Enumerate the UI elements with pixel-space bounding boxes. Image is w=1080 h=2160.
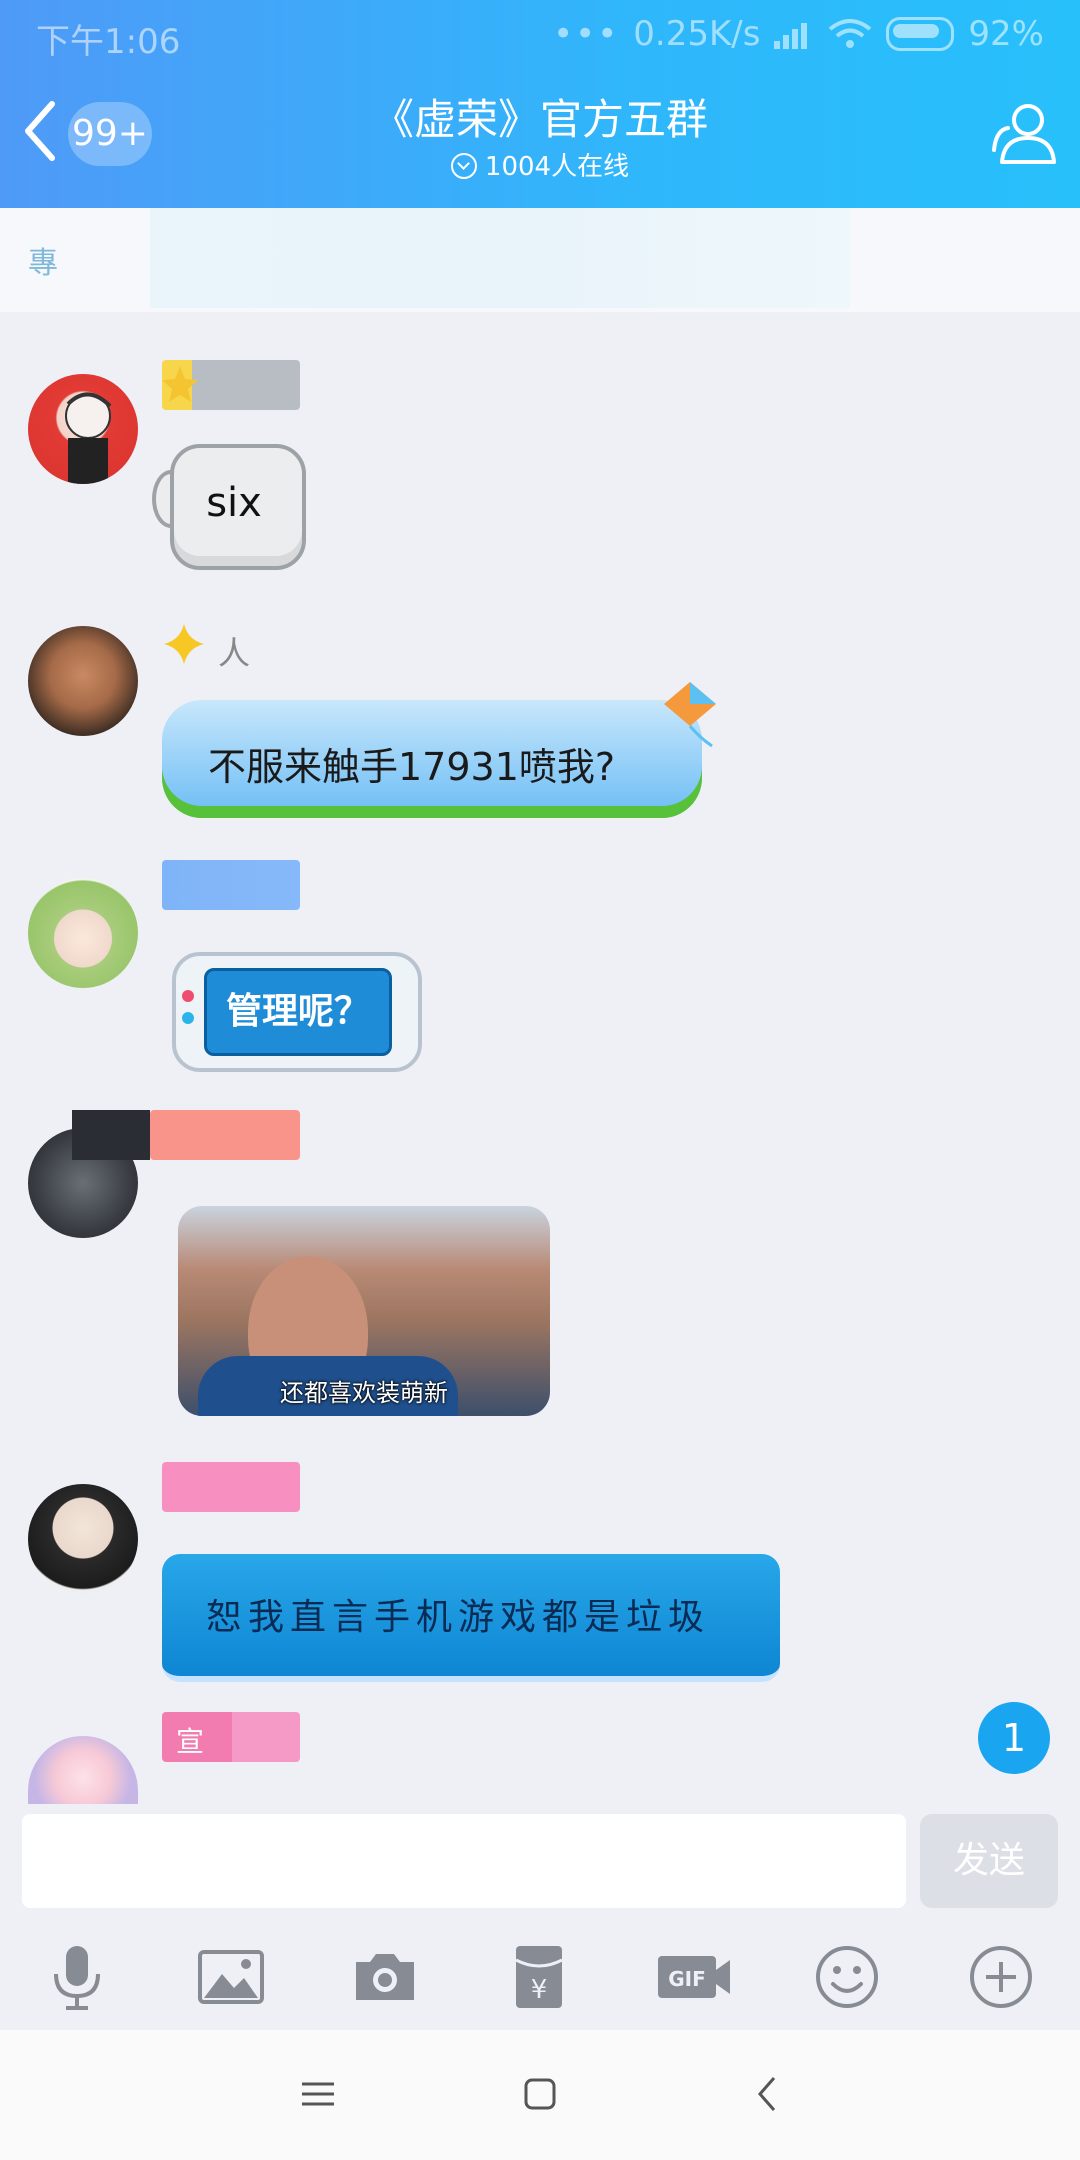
svg-text:GIF: GIF — [668, 1967, 706, 1991]
sender-name — [150, 1110, 300, 1160]
avatar[interactable] — [28, 374, 138, 484]
sender-name-text: 宣 — [176, 1725, 205, 1758]
plus-icon[interactable] — [964, 1940, 1038, 2014]
battery-icon — [886, 17, 955, 51]
group-notice-strip[interactable]: 專 — [0, 208, 1080, 312]
camera-icon[interactable] — [348, 1940, 422, 2014]
signal-icon — [774, 19, 814, 49]
message-text: 不服来触手17931喷我? — [208, 745, 616, 789]
online-count-text: 1004人在线 — [484, 152, 630, 182]
star-icon — [162, 366, 198, 402]
sticker-bubble[interactable]: six — [150, 440, 310, 570]
avatar-overlay — [72, 1110, 150, 1160]
group-title[interactable]: 《虚荣》官方五群 — [0, 86, 1080, 147]
svg-text:¥: ¥ — [531, 1975, 548, 2005]
avatar[interactable] — [28, 1736, 138, 1806]
red-packet-icon[interactable]: ¥ — [502, 1940, 576, 2014]
avatar[interactable] — [28, 1484, 138, 1594]
group-members-icon[interactable] — [988, 98, 1058, 168]
kite-icon — [664, 682, 716, 748]
emoji-icon[interactable] — [810, 1940, 884, 2014]
chat-header: 下午1:06 ••• 0.25K/s 92% 99+ 《虚荣》官方五群 1004… — [0, 0, 1080, 208]
back-nav-icon[interactable] — [752, 2074, 782, 2114]
sender-name — [162, 860, 300, 910]
notice-text: 專 — [28, 246, 58, 281]
online-count[interactable]: 1004人在线 — [0, 146, 1080, 183]
chat-toolbar: ¥ GIF — [0, 1924, 1080, 2030]
message-text: 恕我直言手机游戏都是垃圾 — [206, 1597, 711, 1638]
sender-name — [162, 1462, 300, 1512]
message-input[interactable] — [22, 1814, 906, 1908]
avatar[interactable] — [28, 626, 138, 736]
network-speed: 0.25K/s — [633, 14, 761, 54]
wifi-icon — [829, 19, 872, 48]
avatar[interactable] — [28, 878, 138, 988]
image-message[interactable]: 还都喜欢装萌新 — [178, 1206, 550, 1416]
button-dot — [182, 1012, 194, 1024]
message-bubble[interactable]: 恕我直言手机游戏都是垃圾 — [162, 1554, 780, 1682]
image-icon[interactable] — [194, 1940, 268, 2014]
battery-percent: 92% — [968, 14, 1044, 54]
chevron-down-icon — [450, 152, 477, 179]
message-text: 管理呢？ — [204, 968, 392, 1056]
send-button[interactable]: 发送 — [920, 1814, 1058, 1908]
new-message-badge[interactable]: 1 — [978, 1702, 1050, 1774]
avatar-sketch — [65, 392, 112, 484]
image-caption: 还都喜欢装萌新 — [280, 1379, 448, 1407]
gif-icon[interactable]: GIF — [654, 1940, 734, 2014]
home-icon[interactable] — [522, 2076, 558, 2112]
status-right: ••• 0.25K/s 92% — [553, 14, 1044, 54]
microphone-icon[interactable] — [40, 1940, 114, 2014]
system-nav-bar — [0, 2030, 1080, 2160]
button-dot — [182, 990, 194, 1002]
status-bar: 下午1:06 ••• 0.25K/s 92% — [0, 0, 1080, 68]
sender-name: 人 — [218, 634, 251, 672]
more-dots-icon: ••• — [553, 14, 620, 54]
sparkle-icon — [164, 624, 204, 664]
sender-name: 宣 — [162, 1712, 300, 1762]
input-row: 发送 — [0, 1804, 1080, 1924]
notice-blurred-content — [150, 208, 850, 308]
sticker-bubble[interactable]: 管理呢？ — [172, 952, 422, 1072]
message-bubble[interactable]: 不服来触手17931喷我? — [162, 700, 702, 818]
menu-icon[interactable] — [300, 2076, 336, 2112]
status-time: 下午1:06 — [36, 22, 181, 62]
message-text: six — [206, 480, 262, 526]
